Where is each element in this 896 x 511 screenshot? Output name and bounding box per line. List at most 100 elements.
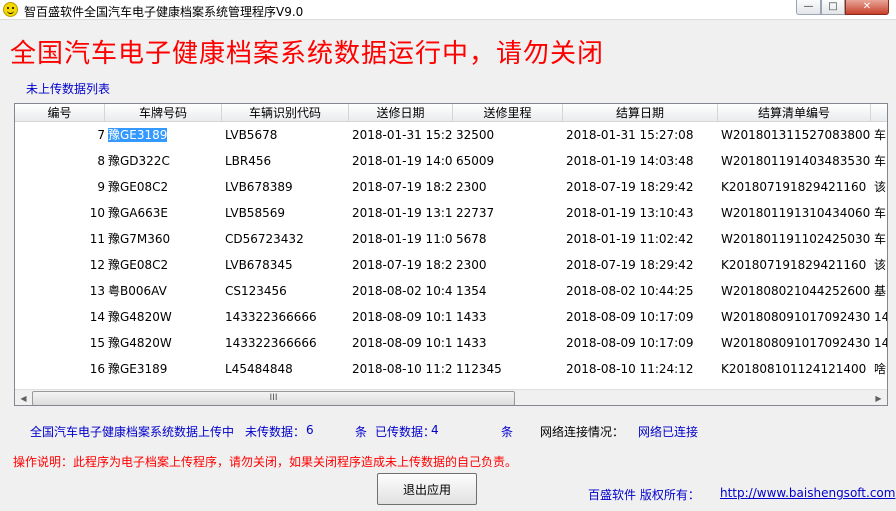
table-cell[interactable]: 13 bbox=[15, 279, 105, 305]
table-cell[interactable]: L45484848 bbox=[222, 357, 349, 383]
table-cell[interactable]: 14 bbox=[15, 305, 105, 331]
table-cell[interactable]: 143322366666 bbox=[222, 331, 349, 357]
table-row[interactable]: 10 豫GA663E LVB58569 2018-01-19 13:10: 22737 2… bbox=[15, 201, 887, 227]
scroll-right-icon[interactable]: ▶ bbox=[870, 390, 887, 405]
table-cell[interactable]: 9 bbox=[15, 175, 105, 201]
table-cell[interactable]: 10 bbox=[15, 201, 105, 227]
table-cell[interactable]: 2018-08-09 10:17:09 bbox=[563, 305, 718, 331]
table-cell[interactable]: 2018-01-19 13:10:43 bbox=[563, 201, 718, 227]
table-cell[interactable]: 豫G7M360 bbox=[105, 227, 222, 253]
table-cell[interactable]: 粤B006AV bbox=[105, 279, 222, 305]
table-cell[interactable]: 2018-07-19 18:29: bbox=[349, 175, 453, 201]
column-header[interactable]: 送修里程 bbox=[453, 104, 563, 122]
table-cell[interactable]: 2018-08-09 10:17:09 bbox=[563, 331, 718, 357]
table-cell[interactable]: 豫GE08C2 bbox=[105, 253, 222, 279]
table-row[interactable]: 15 豫G4820W 143322366666 2018-08-09 10:17: 14… bbox=[15, 331, 887, 357]
table-row[interactable]: 9 豫GE08C2 LVB678389 2018-07-19 18:29: 2300 20… bbox=[15, 175, 887, 201]
table-cell[interactable]: 豫G4820W bbox=[105, 305, 222, 331]
table-cell[interactable]: 2018-08-10 11:24: bbox=[349, 357, 453, 383]
table-row[interactable]: 8 豫GD322C LBR456 2018-01-19 14:03: 65009 2018… bbox=[15, 149, 887, 175]
column-header[interactable] bbox=[871, 104, 887, 122]
table-cell[interactable]: 2300 bbox=[453, 253, 563, 279]
website-link[interactable]: http://www.baishengsoft.com bbox=[720, 486, 895, 500]
table-cell[interactable]: 2018-01-19 11:02: bbox=[349, 227, 453, 253]
table-cell[interactable]: CS123456 bbox=[222, 279, 349, 305]
table-cell[interactable]: 2018-08-02 10:44: bbox=[349, 279, 453, 305]
table-cell[interactable]: 11 bbox=[15, 227, 105, 253]
horizontal-scrollbar[interactable]: ◀ III ▶ bbox=[15, 389, 887, 405]
table-cell[interactable]: 2018-01-31 15:27:08 bbox=[563, 123, 718, 149]
table-cell[interactable]: LVB58569 bbox=[222, 201, 349, 227]
table-cell[interactable]: 22737 bbox=[453, 201, 563, 227]
table-cell[interactable]: LBR456 bbox=[222, 149, 349, 175]
table-cell[interactable]: 2018-08-10 11:24:12 bbox=[563, 357, 718, 383]
table-cell[interactable]: W201808091017092430 bbox=[718, 331, 871, 357]
table-cell[interactable]: 2018-01-19 11:02:42 bbox=[563, 227, 718, 253]
table-cell[interactable]: 该 bbox=[871, 253, 887, 279]
table-cell[interactable]: 车 bbox=[871, 201, 887, 227]
table-cell[interactable]: 112345 bbox=[453, 357, 563, 383]
table-cell[interactable]: 32500 bbox=[453, 123, 563, 149]
table-cell[interactable]: CD56723432 bbox=[222, 227, 349, 253]
table-cell[interactable]: 2018-07-19 18:29:42 bbox=[563, 175, 718, 201]
grid-body[interactable]: 7 豫GE3189 LVB5678 2018-01-31 15:27: 32500 201… bbox=[15, 123, 887, 383]
pending-data-grid[interactable]: 编号 车牌号码 车辆识别代码 送修日期 送修里程 结算日期 结算清单编号 7 豫GE3189 L… bbox=[14, 103, 888, 406]
table-cell[interactable]: 2018-07-19 18:29:42 bbox=[563, 253, 718, 279]
table-cell[interactable]: W201808091017092430 bbox=[718, 305, 871, 331]
table-cell[interactable]: 车 bbox=[871, 149, 887, 175]
table-cell[interactable]: 14 bbox=[871, 331, 887, 357]
minimize-button[interactable]: — bbox=[796, 0, 821, 15]
table-cell[interactable]: 1354 bbox=[453, 279, 563, 305]
table-cell[interactable]: 啥 bbox=[871, 357, 887, 383]
table-cell[interactable]: 16 bbox=[15, 357, 105, 383]
table-cell[interactable]: 2018-01-31 15:27: bbox=[349, 123, 453, 149]
exit-app-button[interactable]: 退出应用 bbox=[377, 473, 477, 505]
maximize-button[interactable]: □ bbox=[821, 0, 845, 15]
table-row[interactable]: 14 豫G4820W 143322366666 2018-08-09 10:17: 14… bbox=[15, 305, 887, 331]
table-cell[interactable]: 车 bbox=[871, 123, 887, 149]
column-header[interactable]: 车辆识别代码 bbox=[222, 104, 349, 122]
table-cell[interactable]: 豫G4820W bbox=[105, 331, 222, 357]
table-cell[interactable]: 2018-01-19 13:10: bbox=[349, 201, 453, 227]
table-cell[interactable]: W201801191310434060 bbox=[718, 201, 871, 227]
table-cell[interactable]: 2018-08-09 10:17: bbox=[349, 305, 453, 331]
column-header[interactable]: 结算日期 bbox=[563, 104, 718, 122]
table-cell[interactable]: 12 bbox=[15, 253, 105, 279]
table-cell[interactable]: 15 bbox=[15, 331, 105, 357]
table-cell[interactable]: 2300 bbox=[453, 175, 563, 201]
table-cell[interactable]: 14 bbox=[871, 305, 887, 331]
table-row[interactable]: 7 豫GE3189 LVB5678 2018-01-31 15:27: 32500 201… bbox=[15, 123, 887, 149]
table-cell[interactable]: 7 bbox=[15, 123, 105, 149]
table-cell[interactable]: K201807191829421160 bbox=[718, 175, 871, 201]
table-row[interactable]: 13 粤B006AV CS123456 2018-08-02 10:44: 1354 20… bbox=[15, 279, 887, 305]
table-cell[interactable]: K201807191829421160 bbox=[718, 253, 871, 279]
table-cell[interactable]: 2018-07-19 18:29: bbox=[349, 253, 453, 279]
table-cell[interactable]: 豫GA663E bbox=[105, 201, 222, 227]
table-row[interactable]: 12 豫GE08C2 LVB678345 2018-07-19 18:29: 2300 2… bbox=[15, 253, 887, 279]
table-row[interactable]: 16 豫GE3189 L45484848 2018-08-10 11:24: 11234… bbox=[15, 357, 887, 383]
table-cell[interactable]: 1433 bbox=[453, 305, 563, 331]
table-row[interactable]: 11 豫G7M360 CD56723432 2018-01-19 11:02: 5678… bbox=[15, 227, 887, 253]
table-cell[interactable]: 2018-01-19 14:03: bbox=[349, 149, 453, 175]
column-header[interactable]: 送修日期 bbox=[349, 104, 453, 122]
table-cell[interactable]: 143322366666 bbox=[222, 305, 349, 331]
column-header[interactable]: 编号 bbox=[15, 104, 105, 122]
table-cell[interactable]: LVB678389 bbox=[222, 175, 349, 201]
table-cell[interactable]: 基 bbox=[871, 279, 887, 305]
scroll-thumb[interactable]: III bbox=[32, 391, 515, 405]
table-cell[interactable]: LVB678345 bbox=[222, 253, 349, 279]
table-cell[interactable]: W201801311527083800 bbox=[718, 123, 871, 149]
table-cell[interactable]: 65009 bbox=[453, 149, 563, 175]
table-cell[interactable]: 豫GE3189 bbox=[105, 123, 222, 149]
column-header[interactable]: 车牌号码 bbox=[105, 104, 222, 122]
table-cell[interactable]: 豫GE3189 bbox=[105, 357, 222, 383]
table-cell[interactable]: 1433 bbox=[453, 331, 563, 357]
table-cell[interactable]: 2018-08-02 10:44:25 bbox=[563, 279, 718, 305]
table-cell[interactable]: 8 bbox=[15, 149, 105, 175]
table-cell[interactable]: K201808101124121400 bbox=[718, 357, 871, 383]
table-cell[interactable]: 豫GD322C bbox=[105, 149, 222, 175]
table-cell[interactable]: 豫GE08C2 bbox=[105, 175, 222, 201]
table-cell[interactable]: 车 bbox=[871, 227, 887, 253]
table-cell[interactable]: W201801191102425030 bbox=[718, 227, 871, 253]
table-cell[interactable]: 5678 bbox=[453, 227, 563, 253]
